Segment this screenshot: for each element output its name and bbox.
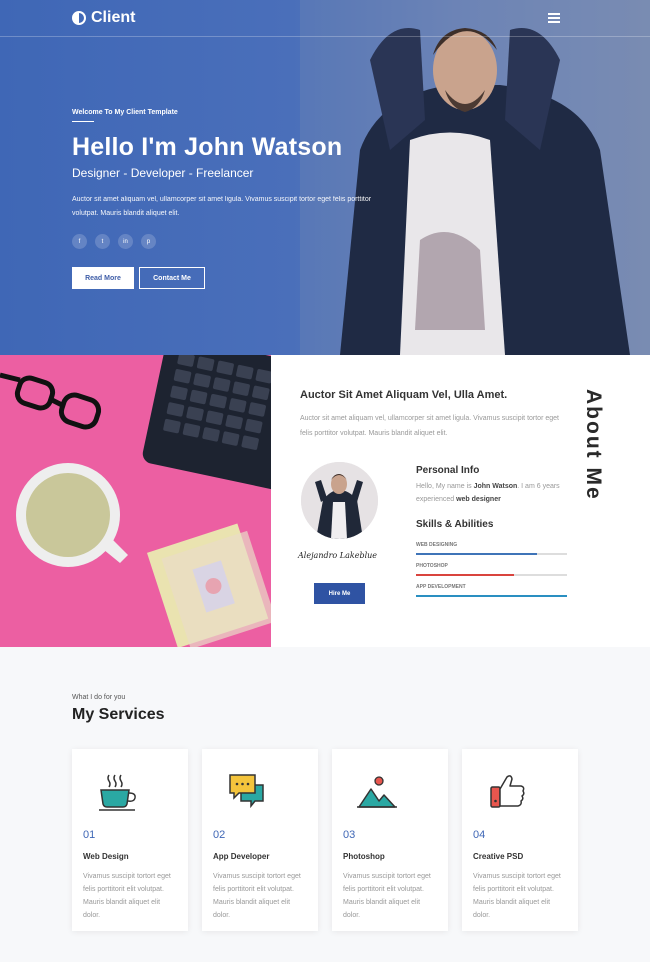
skill-bar-fill — [416, 595, 567, 597]
brand-logo[interactable]: Client — [72, 9, 135, 27]
service-number: 03 — [343, 829, 356, 841]
skill-photoshop: PHOTOSHOP — [416, 563, 567, 576]
hero-section: Client Welcome To My Client Template Hel… — [0, 0, 650, 355]
social-links: f t in p — [72, 234, 372, 249]
about-me-vertical-title: About Me — [582, 389, 605, 501]
services-kicker: What I do for you — [72, 694, 126, 701]
avatar — [301, 462, 378, 539]
about-description: Auctor sit amet aliquam vel, ullamcorper… — [300, 415, 559, 437]
skill-label: WEB DESIGNING — [416, 542, 458, 548]
services-title: My Services — [72, 706, 165, 723]
hero-subtitle: Designer - Developer - Freelancer — [72, 166, 254, 180]
skill-bar-fill — [416, 553, 537, 555]
skill-label: APP DEVELOPMENT — [416, 584, 466, 590]
signature: Alejandro Lakeblue — [298, 551, 378, 560]
service-card-web-design[interactable]: 01 Web Design Vivamus suscipit tortort e… — [72, 749, 188, 931]
contact-me-button[interactable]: Contact Me — [139, 267, 205, 289]
read-more-button[interactable]: Read More — [72, 267, 134, 289]
half-circle-icon — [72, 11, 86, 25]
hero-content: Welcome To My Client Template Hello I'm … — [72, 109, 372, 249]
service-number: 02 — [213, 829, 226, 841]
hero-buttons: Read More Contact Me — [72, 267, 205, 289]
twitter-icon[interactable]: t — [95, 234, 110, 249]
service-description: Vivamus suscipit tortort eget felis port… — [213, 873, 301, 919]
skill-bar-track — [416, 553, 567, 555]
linkedin-icon[interactable]: in — [118, 234, 133, 249]
info-role: web designer — [456, 496, 501, 503]
service-description: Vivamus suscipit tortort eget felis port… — [83, 873, 171, 919]
personal-info-text: Hello, My name is John Watson. I am 6 ye… — [416, 480, 566, 506]
chat-bubbles-icon — [229, 774, 264, 809]
hero-title: Hello I'm John Watson — [72, 133, 343, 161]
skill-label: PHOTOSHOP — [416, 563, 448, 569]
service-number: 01 — [83, 829, 96, 841]
service-title: Web Design — [83, 852, 129, 861]
avatar-photo — [301, 462, 378, 539]
service-number: 04 — [473, 829, 486, 841]
info-name: John Watson — [473, 483, 518, 490]
about-heading: Auctor Sit Amet Aliquam Vel, Ulla Amet. — [300, 389, 508, 401]
skills-title: Skills & Abilities — [416, 519, 494, 530]
thumbs-up-icon — [490, 775, 525, 808]
hero-welcome: Welcome To My Client Template — [72, 109, 178, 116]
skill-bar-track — [416, 595, 567, 597]
service-title: Creative PSD — [473, 852, 524, 861]
hero-description: Auctor sit amet aliquam vel, ullamcorper… — [72, 196, 372, 217]
service-description: Vivamus suscipit tortort eget felis port… — [473, 873, 561, 919]
about-section: Auctor Sit Amet Aliquam Vel, Ulla Amet. … — [271, 355, 650, 647]
skill-bar-fill — [416, 574, 515, 576]
service-card-app-developer[interactable]: 02 App Developer Vivamus suscipit tortor… — [202, 749, 318, 931]
info-prefix: Hello, My name is — [416, 483, 472, 490]
top-navbar: Client — [0, 0, 650, 37]
pinterest-icon[interactable]: p — [141, 234, 156, 249]
welcome-divider — [72, 121, 94, 122]
skill-bar-track — [416, 574, 567, 576]
service-description: Vivamus suscipit tortort eget felis port… — [343, 873, 431, 919]
service-card-photoshop[interactable]: 03 Photoshop Vivamus suscipit tortort eg… — [332, 749, 448, 931]
hire-me-button[interactable]: Hire Me — [314, 583, 365, 604]
personal-info-title: Personal Info — [416, 465, 480, 476]
skill-app-development: APP DEVELOPMENT — [416, 584, 567, 597]
skill-web-designing: WEB DESIGNING — [416, 542, 567, 555]
coffee-cup-icon — [99, 774, 136, 811]
service-title: App Developer — [213, 852, 270, 861]
hamburger-menu-icon[interactable] — [548, 13, 560, 23]
brand-name: Client — [91, 9, 136, 26]
mountain-icon — [357, 776, 397, 808]
services-section: What I do for you My Services 01 Web Des… — [0, 647, 650, 962]
facebook-icon[interactable]: f — [72, 234, 87, 249]
service-title: Photoshop — [343, 852, 385, 861]
desk-photo — [0, 355, 271, 647]
service-card-creative-psd[interactable]: 04 Creative PSD Vivamus suscipit tortort… — [462, 749, 578, 931]
